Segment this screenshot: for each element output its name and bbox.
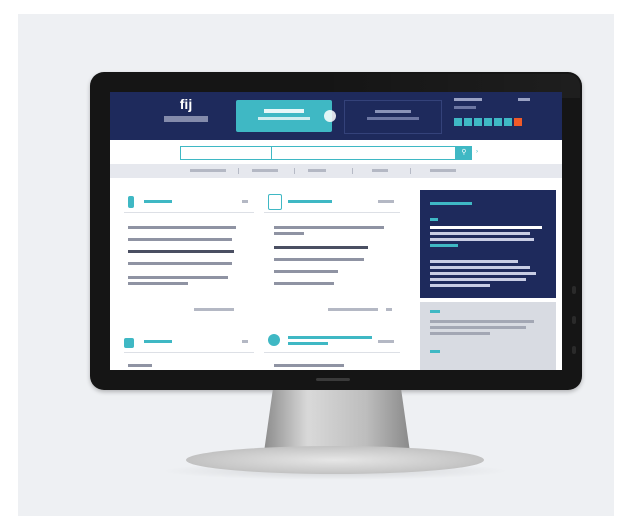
site-logo[interactable]: fij [178,96,194,112]
card-link[interactable] [328,308,378,311]
monitor-logo [316,378,350,381]
chevron-right-icon[interactable]: › [476,149,484,157]
chevron-down-icon[interactable] [378,200,394,203]
search-button[interactable]: ⚲ [456,146,472,160]
header-tab[interactable] [344,100,442,134]
card-title[interactable] [288,336,372,339]
chevron-down-icon[interactable] [378,340,394,343]
chevron-right-icon[interactable] [386,308,392,311]
list-item[interactable] [274,270,338,273]
list-item[interactable] [128,250,234,253]
promo-headline[interactable] [430,226,542,229]
nav-item[interactable] [430,169,456,172]
header-tab-arrow-icon [324,110,336,122]
chevron-right-icon[interactable] [242,200,248,203]
search-row: ⚲ › [110,140,562,164]
nav-item[interactable] [372,169,388,172]
list-item[interactable] [128,238,232,241]
card-title[interactable] [144,340,172,343]
main-nav [110,164,562,178]
list-item[interactable] [274,282,334,285]
header-account-link[interactable] [518,98,530,101]
nav-item[interactable] [190,169,226,172]
globe-icon [268,334,280,346]
monitor-stand-neck [264,390,410,452]
list-item[interactable] [128,364,152,367]
social-icon[interactable] [454,118,462,126]
card-link[interactable] [194,308,234,311]
promo-link[interactable] [430,244,458,247]
monitor-screen: fij ⚲ › [110,92,562,370]
nav-item[interactable] [252,169,278,172]
card-title[interactable] [288,200,332,203]
nav-item[interactable] [308,169,326,172]
info-icon [128,196,134,208]
list-item[interactable] [128,226,236,229]
site-logo-text [164,116,208,122]
header-account-link[interactable] [454,98,482,101]
card-title [288,342,328,345]
card-title[interactable] [144,200,172,203]
social-icon[interactable] [474,118,482,126]
search-icon: ⚲ [461,149,467,156]
sidebar-info-panel [420,302,556,370]
list-item[interactable] [128,262,232,265]
list-item[interactable] [274,258,364,261]
social-icon[interactable] [514,118,522,126]
social-icon[interactable] [504,118,512,126]
monitor-button [572,346,576,354]
list-item [128,282,188,285]
monitor-button [572,316,576,324]
building-icon [124,338,134,348]
header-tab-active[interactable] [236,100,332,132]
site-header: fij [110,92,562,140]
search-input[interactable] [272,146,456,160]
promo-title [430,202,472,205]
list-item[interactable] [274,226,384,229]
promo-panel [420,190,556,298]
chevron-right-icon[interactable] [242,340,248,343]
list-item[interactable] [128,276,228,279]
list-item[interactable] [274,246,368,249]
social-icon[interactable] [464,118,472,126]
list-item [274,232,304,235]
document-icon [268,194,282,210]
list-item[interactable] [274,364,344,367]
monitor-button [572,286,576,294]
social-icon[interactable] [484,118,492,126]
social-icon[interactable] [494,118,502,126]
monitor-stand-base [186,446,484,474]
search-scope-select[interactable] [180,146,272,160]
